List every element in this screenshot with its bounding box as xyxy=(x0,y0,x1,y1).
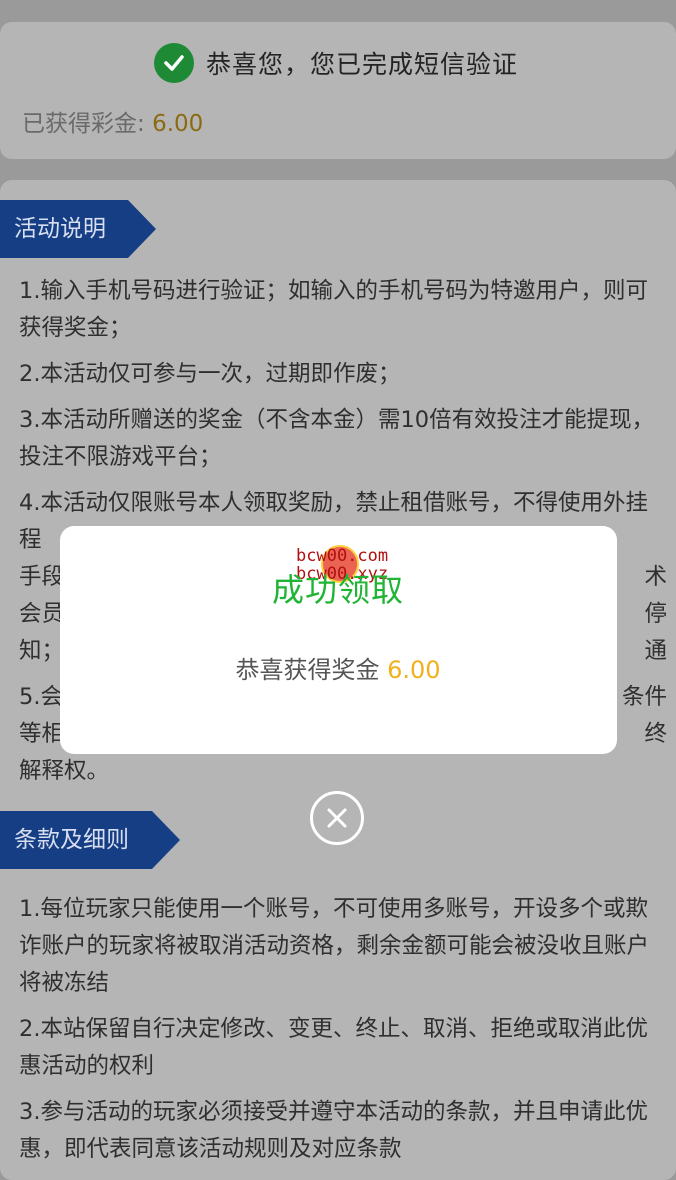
modal-message-text: 恭喜获得奖金 xyxy=(235,656,388,684)
modal-title: 成功领取 xyxy=(271,571,404,609)
close-icon xyxy=(327,808,347,828)
modal-amount: 6.00 xyxy=(387,656,441,684)
close-button[interactable] xyxy=(310,791,364,845)
page: 恭喜您，您已完成短信验证 已获得彩金: 6.00 活动说明 1.输入手机号码进行… xyxy=(0,0,676,1180)
modal-message: 恭喜获得奖金 6.00 xyxy=(0,650,676,685)
